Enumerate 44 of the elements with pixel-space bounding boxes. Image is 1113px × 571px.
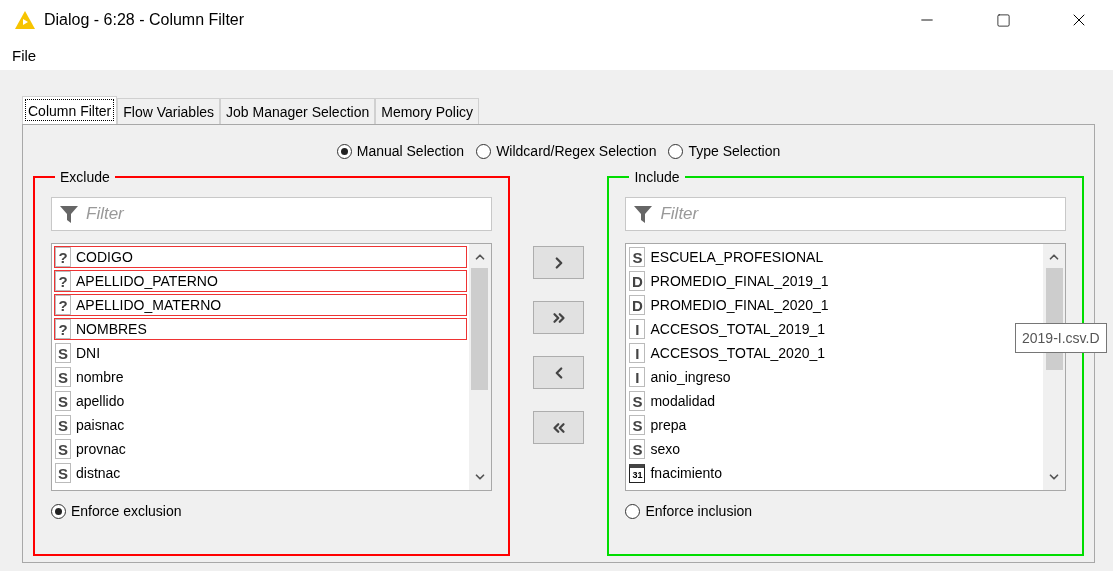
type-badge: ? [55,271,71,291]
column-name: PROMEDIO_FINAL_2020_1 [650,297,829,313]
column-name: sexo [650,441,681,457]
type-badge: ? [55,247,71,267]
group-title: Exclude [59,169,111,185]
type-badge: ? [55,319,71,339]
column-name: ACCESOS_TOTAL_2019_1 [650,321,826,337]
type-badge: D [629,295,646,315]
type-badge: S [629,391,646,411]
type-badge: S [629,247,646,267]
calendar-icon: 31 [629,463,646,483]
column-name: PROMEDIO_FINAL_2019_1 [650,273,829,289]
column-name: anio_ingreso [650,369,731,385]
group-title: Include [633,169,681,185]
type-badge: I [629,319,646,339]
type-badge: S [55,391,71,411]
type-badge: S [629,439,646,459]
column-name: CODIGO [76,249,133,265]
column-name: DNI [76,345,101,361]
column-name: fnacimiento [650,465,723,481]
column-name: nombre [76,369,124,385]
column-name: paisnac [76,417,125,433]
column-name: ACCESOS_TOTAL_2020_1 [650,345,826,361]
column-name: ESCUELA_PROFESIONAL [650,249,824,265]
column-name: NOMBRES [76,321,147,337]
tooltip: 2019-I.csv.D [1015,323,1107,353]
type-badge: I [629,367,646,387]
type-badge: S [55,463,71,483]
type-badge: S [55,415,71,435]
type-badge: I [629,343,646,363]
column-name: apellido [76,393,125,409]
type-badge: S [55,367,71,387]
column-name: APELLIDO_MATERNO [76,297,222,313]
type-badge: D [629,271,646,291]
type-badge: S [629,415,646,435]
column-name: provnac [76,441,126,457]
column-name: APELLIDO_PATERNO [76,273,218,289]
column-name: prepa [650,417,687,433]
column-name: distnac [76,465,121,481]
type-badge: S [55,343,71,363]
type-badge: ? [55,295,71,315]
column-name: modalidad [650,393,716,409]
type-badge: S [55,439,71,459]
window-title: Dialog - 6:28 - Column Filter [44,11,246,29]
